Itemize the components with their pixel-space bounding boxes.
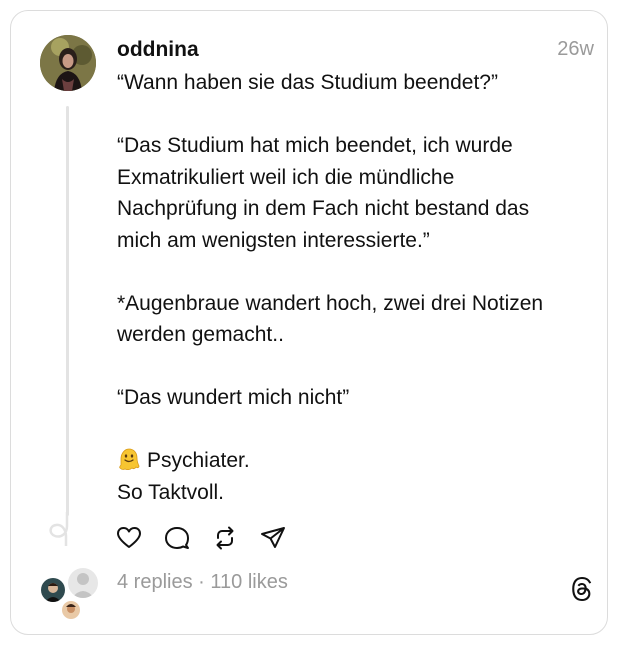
post-line: *Augenbraue wandert hoch, zwei drei Noti… (117, 291, 544, 315)
post-line: “Das wundert mich nicht” (117, 386, 350, 409)
replier-avatar[interactable] (66, 566, 100, 600)
post-stats: 4 replies · 110 likes (117, 571, 288, 594)
heart-icon[interactable] (116, 525, 142, 551)
send-icon[interactable] (260, 525, 286, 551)
post-line: Exmatrikuliert weil ich die mündliche (117, 165, 455, 189)
action-bar (116, 525, 286, 551)
emoji-line-text: Psychiater. (147, 449, 250, 472)
username[interactable]: oddnina (117, 38, 199, 62)
threads-logo-icon[interactable] (568, 575, 596, 603)
repost-icon[interactable] (212, 525, 238, 551)
post-body: “Wann haben sie das Studium beendet?” “D… (117, 67, 587, 508)
thread-curl-icon (49, 512, 69, 546)
post-line: “Das Studium hat mich beendet, ich wurde (117, 134, 513, 157)
melting-face-emoji (119, 448, 140, 471)
comment-icon[interactable] (164, 525, 190, 551)
likes-count[interactable]: 110 likes (210, 571, 287, 593)
replier-avatar[interactable] (60, 599, 82, 621)
timestamp: 26w (557, 38, 594, 60)
post-line: mich am wenigsten interessierte.” (117, 228, 430, 252)
thread-line (66, 106, 69, 516)
post-line-emoji: Psychiater. (117, 445, 587, 477)
replier-avatar[interactable] (39, 576, 67, 604)
post-line: Nachprüfung in dem Fach nicht bestand da… (117, 197, 530, 220)
post-line: “Wann haben sie das Studium beendet?” (117, 71, 498, 94)
author-avatar[interactable] (40, 35, 96, 91)
post-line: werden gemacht.. (117, 323, 284, 346)
replies-count[interactable]: 4 replies (117, 571, 193, 593)
stats-separator: · (192, 571, 211, 593)
post-line: So Taktvoll. (117, 480, 224, 504)
